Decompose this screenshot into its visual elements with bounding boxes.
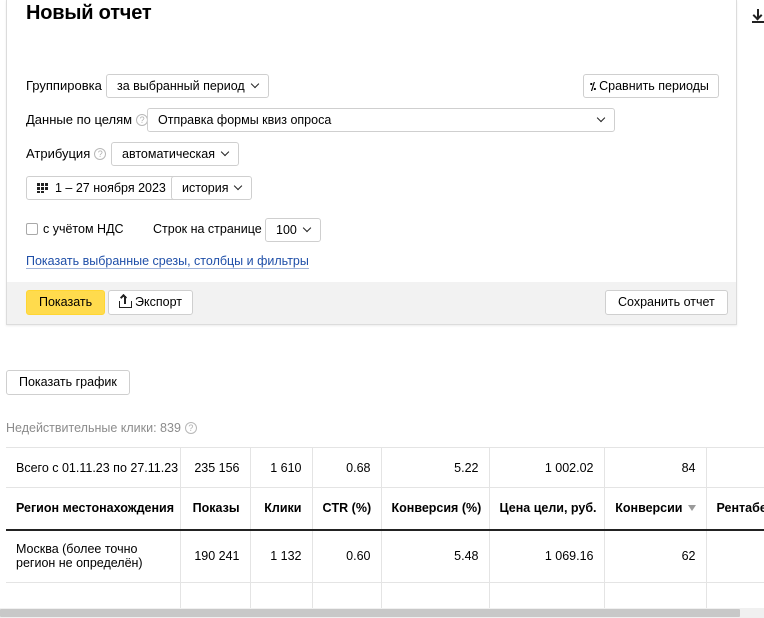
show-chart-button[interactable]: Показать график [6,370,130,395]
rows-per-page-value: 100 [276,223,297,237]
table-cell: 190 241 [180,529,251,583]
table-row: Москва (более точно регион не определён)… [6,529,764,583]
table-cell: 5.22 [381,447,490,488]
attribution-select[interactable]: автоматическая [111,142,240,166]
column-header-conversions-label: Конверсии [615,501,683,516]
goals-value: Отправка формы квиз опроса [158,113,332,127]
column-header-conversion-rate[interactable]: Конверсия (%) [381,487,490,531]
table-cell: 84 [604,447,707,488]
table-cell: Всего с 01.11.23 по 27.11.23 [6,447,181,488]
table-cell: 1 002.02 [489,447,605,488]
chevron-down-icon [250,79,259,89]
date-range-value: 1 – 27 ноября 2023 [55,181,166,195]
save-report-button[interactable]: Сохранить отчет [605,290,728,315]
vat-label: с учётом НДС [43,222,124,236]
show-button[interactable]: Показать [26,290,106,315]
table-cell: 0.68 [312,447,382,488]
table-header-row: Регион местонахождения Показы Клики CTR … [6,487,764,531]
table-cell [706,529,764,583]
table-cell: 62 [604,529,707,583]
goals-label: Данные по целям? [26,112,149,127]
table-cell: 235 156 [180,447,251,488]
percent-compare-icon: ⁒ [590,81,597,93]
table-cell: 1 132 [250,529,313,583]
table-cell [706,447,764,488]
chevron-down-icon [220,147,230,157]
column-header-clicks[interactable]: Клики [250,487,313,531]
export-label: Экспорт [135,295,182,309]
history-value: история [182,181,229,195]
upload-export-icon [119,293,132,308]
chevron-down-icon [234,181,243,191]
attribution-value: автоматическая [122,147,216,161]
attribution-label-text: Атрибуция [26,146,91,161]
grouping-select[interactable]: за выбранный период [106,74,269,98]
invalid-clicks-text: Недействительные клики: 839 [6,421,181,435]
help-icon[interactable]: ? [184,422,197,434]
rows-per-page-label: Строк на странице [153,222,262,236]
date-range-picker[interactable]: 1 – 27 ноября 2023 [26,176,177,200]
compare-periods-label: Сравнить периоды [599,79,709,93]
grouping-label: Группировка [26,78,102,93]
report-settings-panel: Новый отчет Группировка за выбранный пер… [6,0,737,325]
table-cell: 1 069.16 [489,529,605,583]
horizontal-scrollbar[interactable] [0,608,764,618]
scrollbar-thumb[interactable] [0,609,740,617]
history-select[interactable]: история [171,176,253,200]
column-header-profitability[interactable]: Рентабе [706,487,764,531]
table-cell: Москва (более точно регион не определён) [6,529,181,583]
rows-per-page-select[interactable]: 100 [265,218,321,242]
vat-checkbox[interactable] [26,223,38,235]
grouping-value: за выбранный период [117,79,245,93]
table-total-row: Всего с 01.11.23 по 27.11.23 235 156 1 6… [6,447,764,488]
show-slices-link[interactable]: Показать выбранные срезы, столбцы и филь… [26,254,309,269]
goals-select[interactable]: Отправка формы квиз опроса [147,108,615,132]
help-icon[interactable]: ? [94,148,107,160]
calendar-icon [37,183,49,193]
column-header-conversions[interactable]: Конверсии [604,487,707,531]
attribution-label: Атрибуция? [26,146,107,161]
invalid-clicks: Недействительные клики: 839? [6,421,197,435]
table-cell: 5.48 [381,529,490,583]
table-cell: 0.60 [312,529,382,583]
column-header-impressions[interactable]: Показы [180,487,251,531]
report-page: Новый отчет Группировка за выбранный пер… [0,0,764,618]
column-header-region[interactable]: Регион местонахождения [6,487,181,531]
export-button[interactable]: Экспорт [108,290,193,315]
page-title: Новый отчет [26,2,152,24]
goals-label-text: Данные по целям [26,112,133,127]
compare-periods-button[interactable]: ⁒ Сравнить периоды [583,74,719,98]
chevron-down-icon [596,113,606,123]
table-cell: 1 610 [250,447,313,488]
sort-desc-icon [687,505,696,512]
download-icon[interactable] [752,9,764,23]
column-header-goal-cost[interactable]: Цена цели, руб. [489,487,605,531]
column-header-ctr[interactable]: CTR (%) [312,487,382,531]
report-table: Всего с 01.11.23 по 27.11.23 235 156 1 6… [6,447,764,618]
chevron-down-icon [302,223,312,233]
